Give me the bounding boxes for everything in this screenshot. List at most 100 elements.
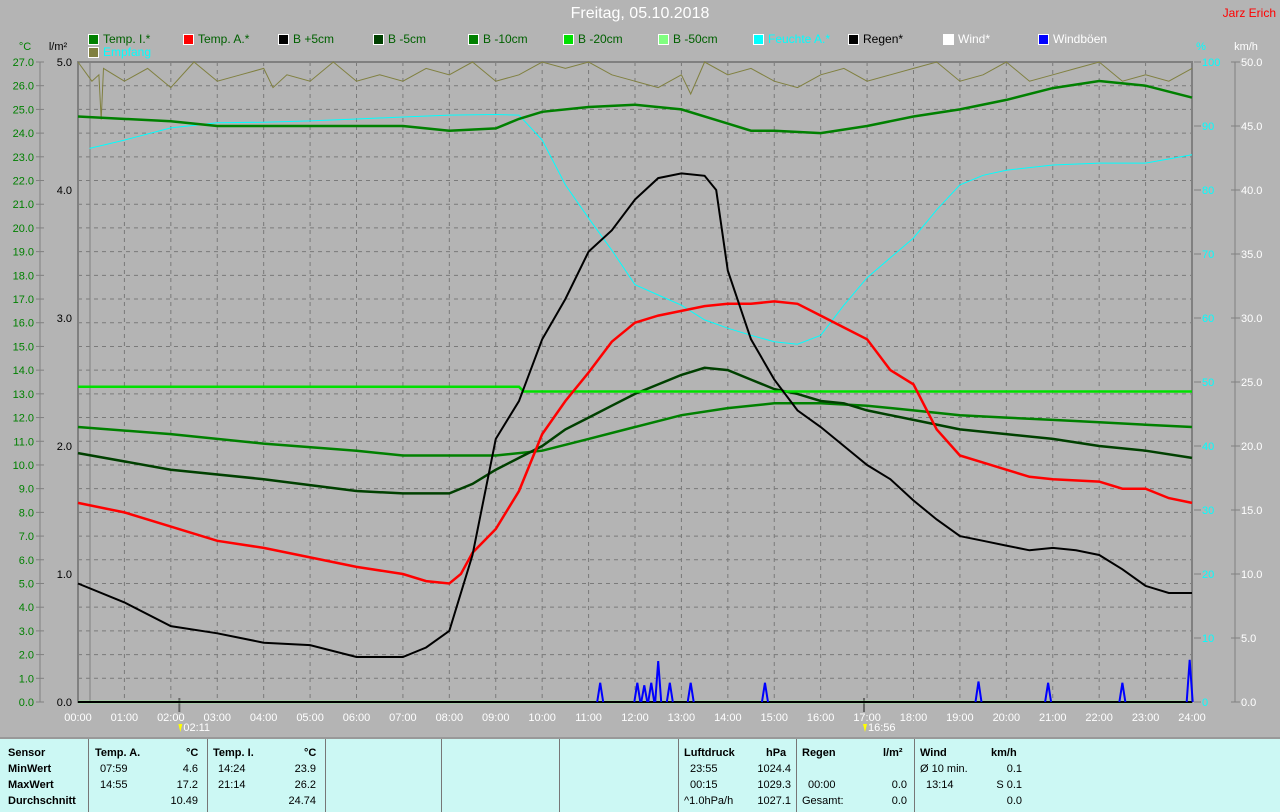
time-tick-label: 18:00 bbox=[900, 712, 928, 724]
humidity-unit: % bbox=[1196, 41, 1206, 53]
tempI-unit: °C bbox=[304, 747, 317, 759]
wind-tick-label: 15.0 bbox=[1241, 505, 1262, 517]
wind-tick-label: 30.0 bbox=[1241, 313, 1262, 325]
wind-tick-label: 40.0 bbox=[1241, 185, 1262, 197]
time-tick-label: 12:00 bbox=[621, 712, 649, 724]
wind-tick-label: 25.0 bbox=[1241, 377, 1262, 389]
humidity-tick-label: 50 bbox=[1202, 377, 1214, 389]
celsius-tick-label: 25.0 bbox=[13, 104, 34, 116]
celsius-tick-label: 2.0 bbox=[19, 650, 34, 662]
row-label-max: MaxWert bbox=[8, 779, 54, 791]
wind-tick-label: 45.0 bbox=[1241, 121, 1262, 133]
tempI-title: Temp. I. bbox=[213, 747, 254, 759]
series-windb-en-spike bbox=[974, 681, 983, 703]
series-windb-en-spike bbox=[654, 660, 663, 703]
celsius-tick-label: 5.0 bbox=[19, 578, 34, 590]
celsius-tick-label: 20.0 bbox=[13, 223, 34, 235]
celsius-tick-label: 27.0 bbox=[13, 57, 34, 69]
time-tick-label: 06:00 bbox=[343, 712, 371, 724]
tempA-max: 17.2 bbox=[176, 779, 198, 791]
celsius-tick-label: 17.0 bbox=[13, 294, 34, 306]
humidity-tick-label: 0 bbox=[1202, 697, 1208, 709]
time-tick-label: 13:00 bbox=[668, 712, 696, 724]
rain-tick-label: 0.0 bbox=[57, 697, 72, 709]
pressure-min: 1024.4 bbox=[757, 763, 791, 775]
time-tick-label: 02:00 bbox=[157, 712, 185, 724]
wind-avg2: 0.0 bbox=[1006, 795, 1022, 807]
rain-max-time: 00:00 bbox=[808, 779, 836, 791]
wind-tick-label: 10.0 bbox=[1241, 569, 1262, 581]
series-windb-en-spike bbox=[640, 685, 649, 703]
wind-unit: km/h bbox=[991, 747, 1017, 759]
tempI-avg: 24.74 bbox=[288, 795, 316, 807]
time-tick-label: 14:00 bbox=[714, 712, 742, 724]
sunrise-icon bbox=[178, 724, 183, 732]
time-tick-label: 11:00 bbox=[575, 712, 602, 724]
rain-total-label: Gesamt: bbox=[802, 795, 844, 807]
series-windb-en-spike bbox=[596, 682, 605, 703]
rain-tick-label: 1.0 bbox=[57, 569, 72, 581]
humidity-tick-label: 70 bbox=[1202, 249, 1214, 261]
series-windb-en-spike bbox=[760, 682, 769, 703]
time-tick-label: 09:00 bbox=[482, 712, 510, 724]
time-tick-label: 19:00 bbox=[946, 712, 974, 724]
time-tick-label: 04:00 bbox=[250, 712, 278, 724]
celsius-tick-label: 4.0 bbox=[19, 602, 34, 614]
time-tick-label: 15:00 bbox=[760, 712, 788, 724]
wind-tick-label: 50.0 bbox=[1241, 57, 1262, 69]
series-b-20cm-line bbox=[78, 385, 1192, 393]
rain-total: 0.0 bbox=[891, 795, 907, 807]
humidity-tick-label: 10 bbox=[1202, 633, 1214, 645]
celsius-tick-label: 18.0 bbox=[13, 270, 34, 282]
tempA-max-time: 14:55 bbox=[100, 779, 128, 791]
divider bbox=[441, 739, 442, 812]
time-tick-label: 05:00 bbox=[296, 712, 324, 724]
series-feuchte-a--line bbox=[89, 113, 1193, 345]
tempI-max-time: 21:14 bbox=[218, 779, 246, 791]
time-tick-label: 01:00 bbox=[111, 712, 139, 724]
celsius-tick-label: 16.0 bbox=[13, 318, 34, 330]
rain-unit: l/m² bbox=[49, 41, 68, 53]
wind-unit: km/h bbox=[1234, 41, 1258, 53]
celsius-unit: °C bbox=[19, 41, 31, 53]
tempI-min: 23.9 bbox=[294, 763, 316, 775]
wind-tick-label: 20.0 bbox=[1241, 441, 1262, 453]
series-windb-en-spike bbox=[1118, 682, 1127, 703]
celsius-tick-label: 3.0 bbox=[19, 626, 34, 638]
tempI-min-time: 14:24 bbox=[218, 763, 246, 775]
humidity-tick-label: 40 bbox=[1202, 441, 1214, 453]
rain-tick-label: 5.0 bbox=[57, 57, 72, 69]
rain-unit: l/m² bbox=[883, 747, 903, 759]
pressure-title: Luftdruck bbox=[684, 747, 735, 759]
divider bbox=[796, 739, 797, 812]
row-label-avg: Durchschnitt bbox=[8, 795, 76, 807]
celsius-tick-label: 24.0 bbox=[13, 128, 34, 140]
celsius-tick-label: 6.0 bbox=[19, 555, 34, 567]
series-windb-en-spike bbox=[633, 682, 642, 703]
wind-title: Wind bbox=[920, 747, 947, 759]
celsius-tick-label: 11.0 bbox=[13, 436, 34, 448]
celsius-tick-label: 8.0 bbox=[19, 507, 34, 519]
humidity-tick-label: 20 bbox=[1202, 569, 1214, 581]
pressure-avg: 1027.1 bbox=[757, 795, 791, 807]
sunrise-time: 02:11 bbox=[183, 722, 210, 734]
chart: °C l/m²% km/h 0.0 1.0 2.0 3.0 4.0 5.0 6.0 7.0 8.0 9.… bbox=[13, 41, 1263, 734]
rain-tick-label: 2.0 bbox=[57, 441, 72, 453]
celsius-tick-label: 21.0 bbox=[13, 199, 34, 211]
wind-avg: 0.1 bbox=[1006, 763, 1022, 775]
time-tick-label: 24:00 bbox=[1178, 712, 1206, 724]
celsius-tick-label: 13.0 bbox=[13, 389, 34, 401]
time-tick-label: 20:00 bbox=[993, 712, 1021, 724]
row-label-min: MinWert bbox=[8, 763, 52, 775]
tempA-min: 4.6 bbox=[182, 763, 198, 775]
rain-title: Regen bbox=[802, 747, 836, 759]
time-tick-label: 23:00 bbox=[1132, 712, 1160, 724]
tempI-max: 26.2 bbox=[294, 779, 316, 791]
wind-tick-label: 0.0 bbox=[1241, 697, 1256, 709]
divider bbox=[559, 739, 560, 812]
pressure-unit: hPa bbox=[766, 747, 787, 759]
divider bbox=[88, 739, 89, 812]
series-windb-en-spike bbox=[1044, 682, 1053, 703]
humidity-tick-label: 90 bbox=[1202, 121, 1214, 133]
wind-tick-label: 5.0 bbox=[1241, 633, 1256, 645]
